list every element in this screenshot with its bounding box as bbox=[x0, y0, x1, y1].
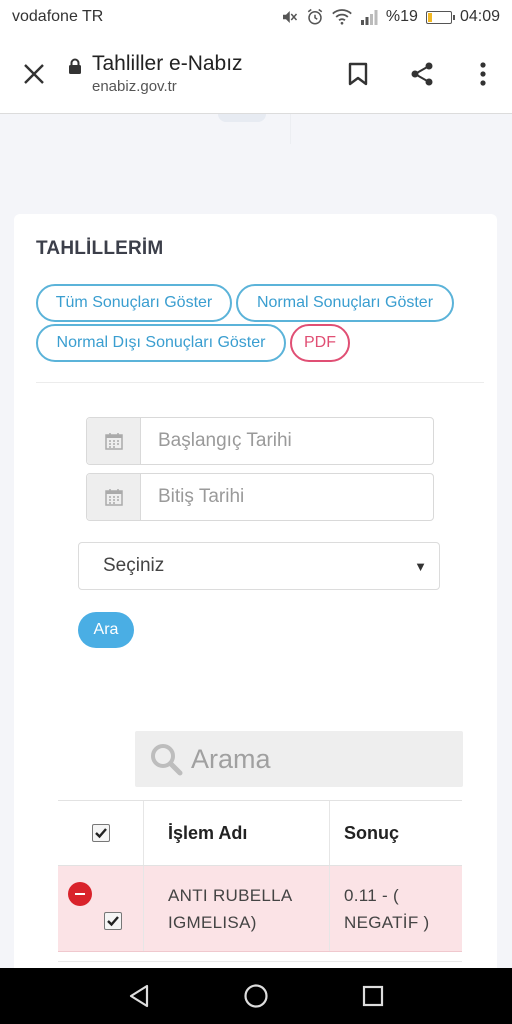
category-select[interactable]: Seçiniz ▼ bbox=[78, 542, 440, 590]
signal-icon bbox=[360, 10, 378, 25]
back-icon bbox=[129, 984, 148, 1008]
system-navigation-bar bbox=[0, 968, 512, 1024]
table-search-box[interactable]: Arama bbox=[135, 731, 463, 787]
show-all-results-button[interactable]: Tüm Sonuçları Göster bbox=[36, 284, 232, 322]
recents-button[interactable] bbox=[345, 968, 401, 1024]
calendar-icon bbox=[104, 433, 123, 450]
column-header-operation[interactable]: İşlem Adı bbox=[144, 801, 330, 865]
partial-divider bbox=[290, 114, 291, 144]
battery-icon bbox=[425, 10, 455, 24]
table-row-partial bbox=[58, 952, 462, 962]
caret-down-icon: ▼ bbox=[414, 558, 427, 574]
page-title: Tahliller e-Nabız bbox=[92, 51, 243, 75]
bookmark-button[interactable] bbox=[326, 34, 390, 114]
home-icon bbox=[244, 984, 268, 1008]
search-icon bbox=[151, 744, 183, 776]
start-date-input[interactable] bbox=[141, 418, 433, 464]
close-icon bbox=[24, 63, 44, 84]
pdf-button[interactable]: PDF bbox=[290, 324, 350, 362]
row-checkbox[interactable] bbox=[104, 912, 122, 930]
close-button[interactable] bbox=[0, 34, 68, 114]
column-header-result[interactable]: Sonuç bbox=[330, 801, 462, 865]
wifi-icon bbox=[332, 9, 352, 25]
show-normal-results-button[interactable]: Normal Sonuçları Göster bbox=[236, 284, 454, 322]
status-bar: vodafone TR %19 04:09 bbox=[0, 0, 512, 34]
bookmark-icon bbox=[348, 62, 368, 85]
table-row[interactable]: ANTI RUBELLA IGMELISA) 0.11 - ( NEGATİF … bbox=[58, 866, 462, 952]
lock-icon bbox=[69, 58, 81, 74]
row-operation-name: ANTI RUBELLA IGMELISA) bbox=[144, 866, 330, 951]
row-result: 0.11 - ( NEGATİF ) bbox=[344, 885, 430, 932]
recents-icon bbox=[363, 985, 384, 1007]
results-table: İşlem Adı Sonuç ANTI RUBELLA IGMELISA) 0… bbox=[58, 800, 462, 962]
alarm-icon bbox=[307, 8, 323, 25]
results-card: TAHLİLLERİM Tüm Sonuçları Göster Normal … bbox=[14, 214, 497, 994]
divider bbox=[36, 382, 484, 383]
category-select-value: Seçiniz bbox=[103, 555, 165, 576]
checkmark-icon bbox=[107, 916, 119, 927]
checkmark-icon bbox=[94, 828, 107, 839]
section-title: TAHLİLLERİM bbox=[36, 238, 164, 259]
home-button[interactable] bbox=[228, 968, 284, 1024]
share-button[interactable] bbox=[390, 34, 454, 114]
battery-percent: %19 bbox=[385, 8, 418, 25]
select-all-checkbox[interactable] bbox=[91, 824, 110, 842]
start-date-calendar-button[interactable] bbox=[87, 418, 141, 464]
clock: 04:09 bbox=[459, 8, 500, 25]
row-select-cell bbox=[58, 866, 144, 951]
address-area[interactable]: Tahliller e-Nabız enabiz.gov.tr bbox=[68, 51, 326, 97]
calendar-icon bbox=[104, 489, 123, 506]
header-select-cell bbox=[58, 801, 144, 865]
share-icon bbox=[411, 62, 433, 85]
carrier-name: vodafone TR bbox=[12, 8, 104, 25]
more-options-button[interactable] bbox=[454, 34, 512, 114]
partial-header-element bbox=[218, 114, 266, 122]
end-date-calendar-button[interactable] bbox=[87, 474, 141, 520]
start-date-field[interactable] bbox=[86, 417, 434, 465]
table-header: İşlem Adı Sonuç bbox=[58, 800, 462, 866]
remove-icon[interactable] bbox=[68, 882, 92, 906]
browser-toolbar: Tahliller e-Nabız enabiz.gov.tr bbox=[0, 34, 512, 114]
table-search-placeholder: Arama bbox=[191, 743, 271, 774]
mute-icon bbox=[282, 11, 297, 23]
back-button[interactable] bbox=[111, 968, 167, 1024]
more-vert-icon bbox=[480, 61, 486, 86]
search-button[interactable]: Ara bbox=[78, 612, 134, 648]
status-icons: %19 04:09 bbox=[280, 8, 500, 26]
page-url: enabiz.gov.tr bbox=[92, 77, 177, 95]
show-abnormal-results-button[interactable]: Normal Dışı Sonuçları Göster bbox=[36, 324, 286, 362]
end-date-field[interactable] bbox=[86, 473, 434, 521]
end-date-input[interactable] bbox=[141, 474, 433, 520]
